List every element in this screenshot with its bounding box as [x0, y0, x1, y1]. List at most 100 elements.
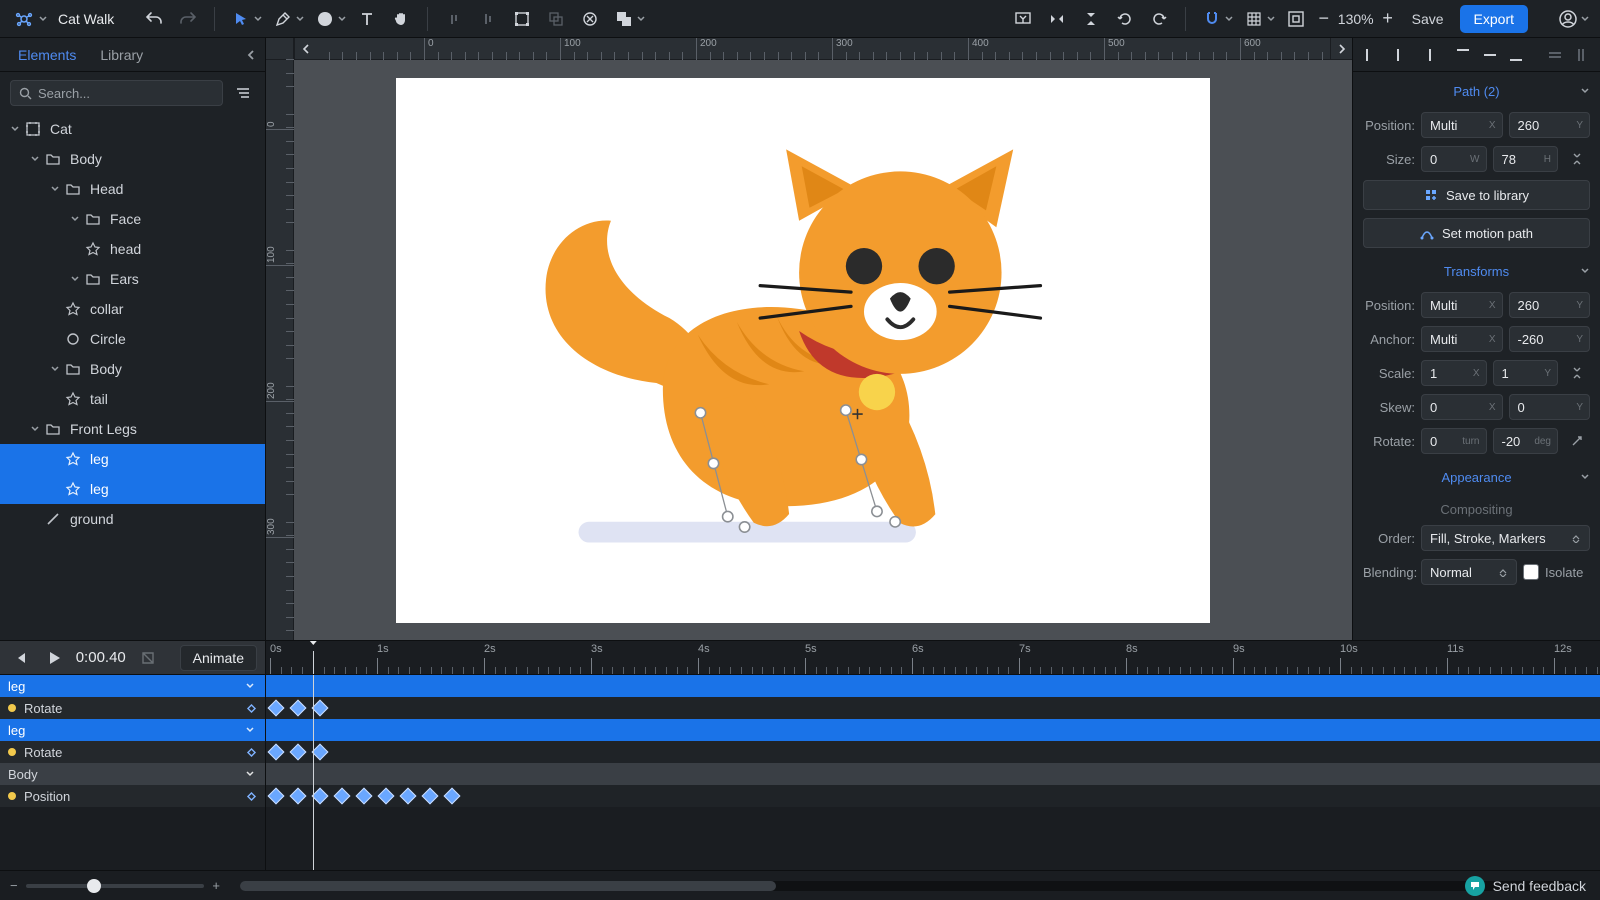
tf-rotate-turn-input[interactable]: 0turn: [1421, 428, 1487, 454]
path-size-w-input[interactable]: 0W: [1421, 146, 1487, 172]
list-filter-icon[interactable]: [231, 81, 255, 105]
group-icon[interactable]: [542, 5, 570, 33]
shape-tool-icon[interactable]: [311, 5, 339, 33]
timecode[interactable]: 0:00.40: [76, 649, 126, 666]
save-to-library-button[interactable]: Save to library: [1363, 180, 1590, 210]
fit-view-icon[interactable]: [1282, 5, 1310, 33]
tree-node[interactable]: Head: [0, 174, 265, 204]
export-button[interactable]: Export: [1460, 5, 1528, 33]
keyframe-icon[interactable]: [422, 788, 439, 805]
tree-node[interactable]: head: [0, 234, 265, 264]
align-bottom-icon[interactable]: [1505, 44, 1527, 66]
rotate-reset-icon[interactable]: [1564, 428, 1590, 454]
clip-icon[interactable]: [576, 5, 604, 33]
tree-node[interactable]: leg: [0, 444, 265, 474]
tree-node[interactable]: Ears: [0, 264, 265, 294]
keyframe-icon[interactable]: [268, 788, 285, 805]
text-tool-icon[interactable]: [353, 5, 381, 33]
expand-arrow-icon[interactable]: [68, 272, 82, 286]
playhead-line[interactable]: [313, 675, 314, 870]
animate-button[interactable]: Animate: [180, 645, 257, 671]
keyframe-icon[interactable]: [378, 788, 395, 805]
tlzoom-slider[interactable]: [26, 884, 205, 888]
timeline-object-row[interactable]: leg: [0, 719, 265, 741]
chevron-down-icon[interactable]: [245, 681, 265, 691]
keyframe-icon[interactable]: [400, 788, 417, 805]
path-size-h-input[interactable]: 78H: [1493, 146, 1559, 172]
tree-node[interactable]: Body: [0, 354, 265, 384]
timeline-object-row[interactable]: Body: [0, 763, 265, 785]
app-menu-caret[interactable]: [38, 5, 48, 33]
tree-node[interactable]: Body: [0, 144, 265, 174]
flip-h-icon[interactable]: [1043, 5, 1071, 33]
tf-scale-y-input[interactable]: 1Y: [1493, 360, 1559, 386]
tlzoom-out-icon[interactable]: −: [10, 878, 18, 893]
search-input[interactable]: Search...: [10, 80, 223, 106]
keyframe-icon[interactable]: [312, 788, 329, 805]
timeline-ruler[interactable]: 0s1s2s3s4s5s6s7s8s9s10s11s12s13s: [266, 641, 1600, 674]
expand-arrow-icon[interactable]: [68, 212, 82, 226]
timeline-property-row[interactable]: Rotate: [0, 697, 265, 719]
rotate-ccw-icon[interactable]: [1111, 5, 1139, 33]
keyframe-icon[interactable]: [312, 744, 329, 761]
select-tool-caret[interactable]: [253, 5, 263, 33]
responsive-icon[interactable]: [1009, 5, 1037, 33]
isolate-checkbox[interactable]: [1523, 564, 1539, 580]
grid-caret[interactable]: [1266, 5, 1276, 33]
chevron-down-icon[interactable]: [245, 725, 265, 735]
document-name[interactable]: Cat Walk: [54, 11, 134, 27]
expand-arrow-icon[interactable]: [48, 182, 62, 196]
select-tool-icon[interactable]: [227, 5, 255, 33]
align-vcenter-icon[interactable]: [474, 5, 502, 33]
align-vcenter-icon[interactable]: [1479, 44, 1501, 66]
timeline-scrollbar[interactable]: [240, 881, 1580, 891]
keyframe-icon[interactable]: [290, 788, 307, 805]
canvas-area[interactable]: 0100200300400500600 0100200300400: [266, 38, 1352, 640]
zoom-out[interactable]: −: [1316, 8, 1332, 29]
collapse-left-icon[interactable]: [245, 49, 257, 61]
keyframe-icon[interactable]: [334, 788, 351, 805]
rotate-cw-icon[interactable]: [1145, 5, 1173, 33]
skip-start-icon[interactable]: [8, 644, 32, 672]
align-left-icon[interactable]: [1361, 44, 1383, 66]
flip-v-icon[interactable]: [1077, 5, 1105, 33]
path-pos-y-input[interactable]: 260Y: [1509, 112, 1591, 138]
boundingbox-icon[interactable]: [508, 5, 536, 33]
timeline-tracks[interactable]: [266, 675, 1600, 870]
save-button[interactable]: Save: [1402, 11, 1454, 27]
pen-tool-caret[interactable]: [295, 5, 305, 33]
boolean-icon[interactable]: [610, 5, 638, 33]
ruler-prev-icon[interactable]: [294, 38, 316, 60]
path-pos-x-input[interactable]: MultiX: [1421, 112, 1503, 138]
distribute-h-icon[interactable]: [1544, 44, 1566, 66]
tree-node[interactable]: leg: [0, 474, 265, 504]
keyframe-icon[interactable]: [312, 700, 329, 717]
distribute-v-icon[interactable]: [1570, 44, 1592, 66]
tf-pos-x-input[interactable]: MultiX: [1421, 292, 1503, 318]
add-keyframe-icon[interactable]: [245, 746, 257, 758]
align-hcenter-icon[interactable]: [1387, 44, 1409, 66]
tab-library[interactable]: Library: [88, 38, 155, 72]
snap-caret[interactable]: [1224, 5, 1234, 33]
expand-arrow-icon[interactable]: [48, 362, 62, 376]
account-caret[interactable]: [1580, 5, 1590, 33]
boolean-caret[interactable]: [636, 5, 646, 33]
pen-tool-icon[interactable]: [269, 5, 297, 33]
keyframe-icon[interactable]: [356, 788, 373, 805]
blending-select[interactable]: Normal: [1421, 559, 1517, 585]
artboard[interactable]: [396, 78, 1210, 623]
record-icon[interactable]: [136, 644, 160, 672]
timeline-object-row[interactable]: leg: [0, 675, 265, 697]
tree-node[interactable]: collar: [0, 294, 265, 324]
hand-tool-icon[interactable]: [387, 5, 415, 33]
grid-icon[interactable]: [1240, 5, 1268, 33]
zoom-value[interactable]: 130%: [1338, 11, 1374, 27]
tf-anchor-y-input[interactable]: -260Y: [1509, 326, 1591, 352]
chevron-down-icon[interactable]: [245, 769, 265, 779]
timeline-property-row[interactable]: Rotate: [0, 741, 265, 763]
redo-icon[interactable]: [174, 5, 202, 33]
tree-node[interactable]: Circle: [0, 324, 265, 354]
keyframe-icon[interactable]: [268, 700, 285, 717]
tree-node[interactable]: Front Legs: [0, 414, 265, 444]
expand-arrow-icon[interactable]: [28, 152, 42, 166]
